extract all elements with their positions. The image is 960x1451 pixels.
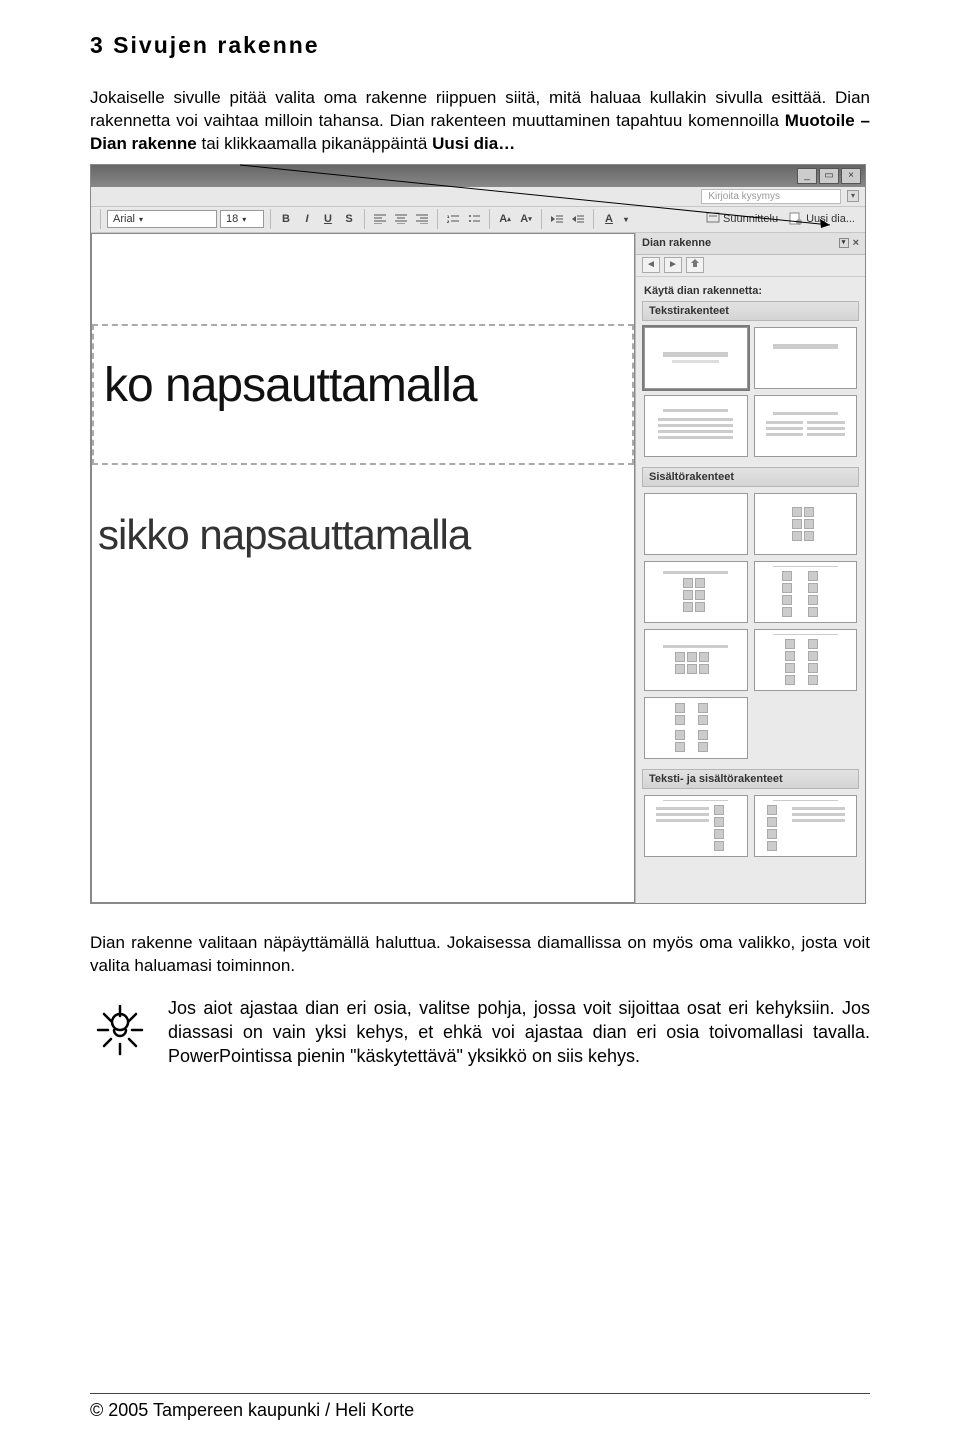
italic-button[interactable]: I	[298, 210, 316, 228]
numbered-list-button[interactable]: 12	[444, 210, 462, 228]
fontsize-value: 18	[226, 213, 238, 225]
font-combo-value: Arial	[113, 213, 135, 225]
para-text-a: Jokaiselle sivulle pitää valita oma rake…	[90, 88, 870, 130]
decrease-font-button[interactable]: A▾	[517, 210, 535, 228]
font-combo[interactable]: Arial ▾	[107, 210, 217, 228]
layout-blank[interactable]	[644, 493, 748, 555]
toolbar-separator	[593, 209, 594, 229]
align-right-button[interactable]	[413, 210, 431, 228]
layout-four-content[interactable]	[644, 697, 748, 759]
chevron-down-icon: ▾	[139, 215, 143, 224]
slide-layout-taskpane: Dian rakenne ▾ × ◄ ► Käytä dian rakennet…	[635, 233, 865, 903]
toolbar-separator	[541, 209, 542, 229]
layout-title-only[interactable]	[754, 327, 858, 389]
chevron-down-icon: ▾	[242, 215, 246, 224]
window-titlebar: _ ▭ ×	[91, 165, 865, 187]
layout-text-and-content[interactable]	[644, 795, 748, 857]
taskpane-title: Dian rakenne	[642, 237, 711, 249]
footer-text: © 2005 Tampereen kaupunki / Heli Korte	[90, 1400, 414, 1420]
sun-icon	[90, 996, 150, 1061]
layout-title-two-content[interactable]	[754, 561, 858, 623]
nav-forward-button[interactable]: ►	[664, 257, 682, 273]
subtitle-placeholder-text: sikko napsauttamalla	[92, 505, 634, 599]
footer-separator	[90, 1393, 870, 1394]
toolbar-separator	[100, 209, 101, 229]
fontsize-combo[interactable]: 18 ▾	[220, 210, 264, 228]
toolbar-separator	[270, 209, 271, 229]
title-placeholder[interactable]: ko napsauttamalla	[92, 324, 634, 465]
section-heading: 3 Sivujen rakenne	[90, 32, 870, 59]
nav-home-button[interactable]	[686, 257, 704, 273]
increase-indent-button[interactable]	[569, 210, 587, 228]
taskpane-header: Dian rakenne ▾ ×	[636, 233, 865, 255]
layout-title-content-over-content[interactable]	[644, 629, 748, 691]
help-bar: Kirjoita kysymys ▾	[91, 187, 865, 207]
new-slide-button[interactable]: Uusi dia...	[785, 209, 859, 229]
layout-title-text[interactable]	[644, 395, 748, 457]
design-icon	[706, 212, 720, 226]
new-slide-icon	[789, 212, 803, 226]
min-button[interactable]: _	[797, 168, 817, 184]
decrease-indent-button[interactable]	[548, 210, 566, 228]
close-button[interactable]: ×	[841, 168, 861, 184]
tip-text: Jos aiot ajastaa dian eri osia, valitse …	[168, 996, 870, 1069]
paragraph-after-screenshot: Dian rakenne valitaan näpäyttämällä halu…	[90, 932, 870, 978]
taskpane-close-icon[interactable]: ×	[853, 237, 859, 249]
layout-content-and-text[interactable]	[754, 795, 858, 857]
category-text-layouts: Tekstirakenteet	[642, 301, 859, 321]
paragraph-intro: Jokaiselle sivulle pitää valita oma rake…	[90, 87, 870, 156]
home-icon	[690, 258, 700, 268]
para-text-b: tai klikkaamalla pikanäppäintä	[202, 134, 433, 153]
align-left-button[interactable]	[371, 210, 389, 228]
layout-title-two-text[interactable]	[754, 395, 858, 457]
align-center-button[interactable]	[392, 210, 410, 228]
layout-title-slide[interactable]	[644, 327, 748, 389]
formatting-toolbar: Arial ▾ 18 ▾ B I U S 12	[91, 207, 865, 233]
layout-title-content[interactable]	[644, 561, 748, 623]
tip-block: Jos aiot ajastaa dian eri osia, valitse …	[90, 996, 870, 1069]
new-slide-label: Uusi dia...	[806, 213, 855, 225]
page-footer: © 2005 Tampereen kaupunki / Heli Korte	[0, 1387, 960, 1421]
nav-back-button[interactable]: ◄	[642, 257, 660, 273]
slide-edit-area[interactable]: ko napsauttamalla sikko napsauttamalla	[91, 233, 635, 903]
font-color-button[interactable]: A	[600, 210, 618, 228]
apply-layout-label: Käytä dian rakennetta:	[644, 285, 857, 297]
layout-list[interactable]: Käytä dian rakennetta: Tekstirakenteet	[636, 277, 865, 903]
taskpane-menu-icon[interactable]: ▾	[839, 238, 849, 248]
layout-title-four-content[interactable]	[754, 629, 858, 691]
restore-button[interactable]: ▭	[819, 168, 839, 184]
increase-font-button[interactable]: A▴	[496, 210, 514, 228]
toolbar-separator	[489, 209, 490, 229]
toolbar-separator	[437, 209, 438, 229]
layout-content[interactable]	[754, 493, 858, 555]
para-bold-2: Uusi dia…	[432, 134, 515, 153]
taskpane-nav: ◄ ►	[636, 255, 865, 277]
bold-button[interactable]: B	[277, 210, 295, 228]
font-color-dropdown-icon[interactable]: ▾	[621, 210, 631, 228]
help-input[interactable]: Kirjoita kysymys	[701, 189, 841, 204]
underline-button[interactable]: U	[319, 210, 337, 228]
help-dropdown-icon[interactable]: ▾	[847, 190, 859, 202]
title-placeholder-text: ko napsauttamalla	[104, 358, 622, 413]
category-content-layouts: Sisältörakenteet	[642, 467, 859, 487]
category-text-content-layouts: Teksti- ja sisältörakenteet	[642, 769, 859, 789]
bullet-list-button[interactable]	[465, 210, 483, 228]
design-label: Suunnittelu	[723, 213, 778, 225]
design-button[interactable]: Suunnittelu	[702, 209, 782, 229]
shadow-button[interactable]: S	[340, 210, 358, 228]
powerpoint-screenshot: _ ▭ × Kirjoita kysymys ▾ Arial ▾ 18 ▾ B …	[90, 164, 866, 904]
svg-text:2: 2	[447, 219, 450, 224]
toolbar-separator	[364, 209, 365, 229]
